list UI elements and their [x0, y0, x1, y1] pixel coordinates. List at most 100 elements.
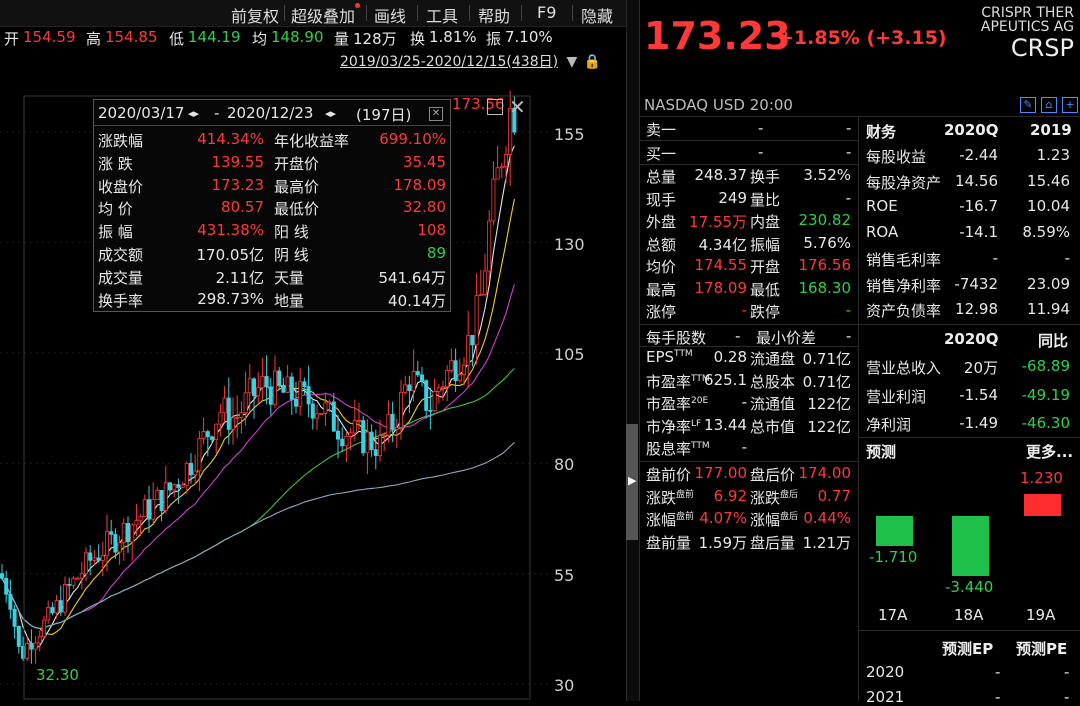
candle-body: [432, 390, 437, 412]
toolbar-draw-button[interactable]: 画线: [374, 3, 406, 27]
sell1-label: 卖一: [646, 121, 677, 139]
candle-body: [214, 423, 219, 440]
bell-icon[interactable]: ⌂: [1041, 97, 1057, 113]
candle-body: [58, 600, 63, 613]
avg-label: 均: [252, 30, 268, 48]
candle-body: [126, 522, 131, 543]
candle-body: [25, 642, 30, 659]
candle-body: [436, 387, 441, 392]
date-adjust-arrows-icon[interactable]: ◂▸: [325, 107, 336, 120]
forecast-value: -1.710: [869, 547, 918, 566]
forecast-row-year: 2021: [866, 688, 905, 706]
candle-body: [79, 573, 84, 579]
finance-value: 8.59%: [1022, 223, 1070, 242]
finance-label: 每股净资产: [866, 173, 942, 192]
stats-header: 2020/03/17 ◂▸ - 2020/12/23 ◂▸ (197日) ✕: [94, 102, 450, 125]
candle-body: [377, 435, 382, 457]
toolbar-tools-button[interactable]: 工具: [426, 3, 458, 27]
candle-body: [344, 435, 349, 447]
candle-body: [239, 412, 244, 418]
date-adjust-arrows-icon[interactable]: ◂▸: [188, 107, 199, 120]
edit-icon[interactable]: ✎: [1020, 97, 1036, 113]
forecast-ep-header: 预测EP: [942, 640, 994, 658]
candle-body: [146, 499, 151, 520]
date-range[interactable]: 2019/03/25-2020/12/15(438日) ▼ 🔒: [340, 51, 601, 71]
candle-body: [8, 593, 13, 610]
forecast-value: -3.440: [945, 578, 994, 597]
candle-body: [155, 489, 160, 500]
toolbar-overlay-button[interactable]: 超级叠加: [291, 3, 355, 27]
candle-body: [424, 380, 429, 411]
detail-value: -: [845, 188, 851, 207]
prepost-label: 涨跌盘后: [750, 487, 798, 508]
prepost-label-text: 盘后量: [750, 533, 796, 552]
finance-header: 财务: [866, 123, 897, 141]
lock-icon[interactable]: 🔒: [584, 54, 601, 70]
stats-label: 年化收益率: [274, 132, 350, 150]
finance-value: -: [992, 248, 998, 267]
detail-label: 均价: [646, 258, 677, 276]
panel-splitter[interactable]: [626, 0, 640, 701]
candle-body: [121, 522, 126, 544]
prepost-label-text: 涨幅: [646, 511, 677, 529]
finance-value: 23.09: [1027, 274, 1070, 293]
detail-value: 168.30: [798, 278, 852, 297]
dropdown-triangle-icon[interactable]: ▼: [567, 54, 578, 70]
stats-label: 地量: [274, 291, 305, 310]
forecast-pe-header: 预测PE: [1016, 640, 1068, 658]
candle-body: [84, 552, 89, 575]
toolbar-hide-button[interactable]: 隐藏: [581, 3, 613, 27]
maximize-icon[interactable]: [487, 99, 503, 115]
divider: [859, 630, 1080, 631]
forecast-row-ep: -: [995, 688, 1001, 706]
forecast-bar: [952, 516, 989, 577]
stats-label: 涨跌幅: [98, 132, 144, 150]
close-icon[interactable]: ✕: [509, 95, 526, 119]
company-name-line1: CRISPR THER: [981, 5, 1074, 21]
detail-value: 230.82: [798, 211, 852, 229]
candle-body: [54, 600, 59, 614]
stats-value: 35.45: [403, 152, 446, 171]
candle-body: [327, 401, 332, 404]
share-value: 13.44: [704, 415, 747, 434]
candle-body: [205, 431, 210, 438]
finance-value: 20万: [963, 359, 998, 377]
prepost-label-text: 涨幅: [750, 511, 781, 529]
y-tick-label: 30: [554, 676, 575, 695]
finance-value: -7432: [954, 274, 998, 293]
candle-body: [373, 449, 378, 457]
candle-body: [398, 391, 403, 428]
toolbar-help-button[interactable]: 帮助: [478, 3, 510, 27]
stats-value: 541.64万: [378, 268, 447, 287]
stats-divider: [94, 125, 450, 126]
detail-label: 最低: [750, 280, 781, 299]
finance-col-2020q: 2020Q: [944, 121, 999, 139]
vol-label: 量: [334, 30, 350, 48]
stats-close-icon[interactable]: ✕: [429, 107, 443, 121]
candle-body: [306, 386, 311, 405]
low-label: 低: [169, 30, 185, 48]
candle-body: [176, 484, 181, 488]
forecast-bar: [876, 516, 913, 546]
forecast-more-link[interactable]: 更多...: [1026, 441, 1073, 462]
candle-body: [495, 167, 500, 180]
add-icon[interactable]: +: [1062, 97, 1078, 113]
candle-body: [415, 371, 420, 376]
forecast-title: 预测: [866, 443, 897, 461]
toolbar-f9-button[interactable]: F9: [537, 3, 556, 22]
collapse-tab[interactable]: ▶: [626, 424, 638, 540]
finance-value: -46.30: [1021, 414, 1070, 432]
forecast-year: 17A: [878, 606, 908, 624]
prepost-value: 174.00: [798, 464, 852, 482]
candle-body: [272, 370, 277, 405]
toolbar-adjust-button[interactable]: 前复权: [231, 3, 279, 27]
toolbar-separator: [284, 5, 285, 21]
candle-body: [302, 381, 307, 387]
prepost-value: 6.92: [713, 486, 747, 505]
candle-body: [71, 577, 76, 586]
stats-days: (197日): [356, 106, 412, 124]
prepost-label-suffix: 盘后: [780, 489, 799, 500]
stats-value: 32.80: [403, 198, 446, 217]
open-label: 开: [4, 30, 20, 48]
candle-body: [365, 431, 370, 454]
